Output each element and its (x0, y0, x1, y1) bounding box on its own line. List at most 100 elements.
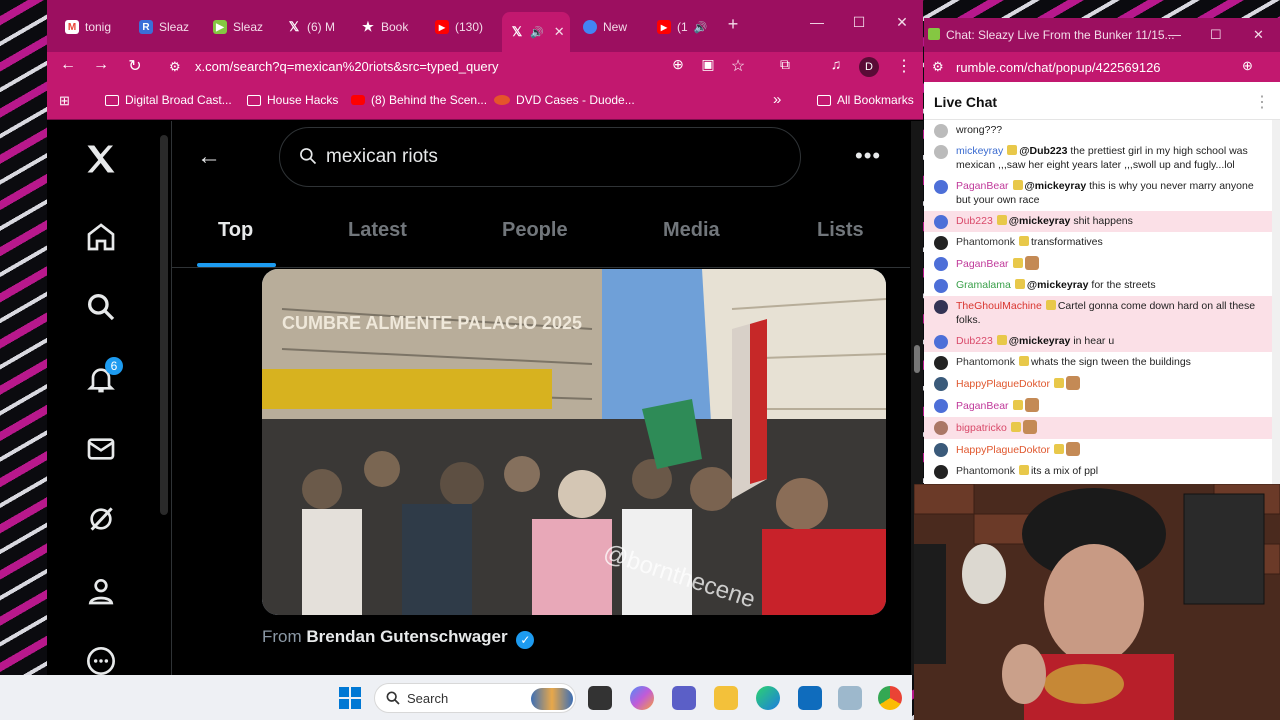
chat-username[interactable]: HappyPlagueDoktor (956, 378, 1050, 390)
profile-avatar[interactable]: D (859, 57, 879, 77)
user-avatar[interactable] (934, 180, 948, 194)
chat-menu-icon[interactable]: ⋮ (1254, 92, 1270, 112)
chat-address-bar[interactable]: ⚙ rumble.com/chat/popup/422569126 ⊕ (924, 52, 1280, 82)
scroll-thumb[interactable] (914, 345, 920, 373)
minimize-icon[interactable]: — (1168, 27, 1181, 42)
file-explorer-icon[interactable] (714, 686, 738, 710)
chat-mention[interactable]: @mickeyray (1009, 335, 1071, 347)
chat-username[interactable]: Phantomonk (956, 356, 1015, 368)
browser-tab-x-active[interactable]: 𝕏 🔊 ✕ (502, 12, 570, 52)
browser-tab-bookmarks[interactable]: ★ Book (353, 14, 423, 40)
user-avatar[interactable] (934, 145, 948, 159)
browser-tab-gmail[interactable]: M tonig (57, 14, 127, 40)
user-avatar[interactable] (934, 377, 948, 391)
all-bookmarks[interactable]: All Bookmarks (817, 93, 914, 107)
sidebar-scrollbar[interactable] (160, 135, 168, 515)
maximize-icon[interactable]: ☐ (849, 14, 869, 31)
reload-icon[interactable]: ↻ (124, 56, 146, 76)
user-avatar[interactable] (934, 300, 948, 314)
close-tab-icon[interactable]: ✕ (554, 24, 565, 40)
profile-person-icon[interactable] (83, 573, 119, 609)
media-controls-icon[interactable]: ♫ (825, 56, 847, 72)
teams-icon[interactable] (672, 686, 696, 710)
apps-grid-icon[interactable]: ⊞ (59, 93, 70, 109)
tab-lists[interactable]: Lists (817, 219, 864, 242)
user-avatar[interactable] (934, 279, 948, 293)
edge-icon[interactable] (756, 686, 780, 710)
tab-people[interactable]: People (502, 219, 568, 242)
user-avatar[interactable] (934, 399, 948, 413)
chat-username[interactable]: Dub223 (956, 215, 993, 227)
chrome-icon[interactable] (878, 686, 902, 710)
user-avatar[interactable] (934, 465, 948, 479)
search-icon[interactable] (83, 289, 119, 325)
maximize-icon[interactable]: ☐ (1210, 27, 1222, 43)
user-avatar[interactable] (934, 421, 948, 435)
new-tab-button[interactable]: + (723, 14, 743, 35)
copilot-icon[interactable] (630, 686, 654, 710)
chat-username[interactable]: TheGhoulMachine (956, 300, 1042, 312)
chat-mention[interactable]: @mickeyray (1027, 279, 1089, 291)
back-arrow-icon[interactable]: ← (57, 56, 79, 74)
chat-mention[interactable]: @Dub223 (1019, 145, 1067, 157)
browser-tab-reddit[interactable]: R Sleaz (131, 14, 201, 40)
x-logo-icon[interactable] (83, 141, 119, 177)
zoom-icon[interactable]: ⊕ (1242, 58, 1253, 74)
chat-mention[interactable]: @mickeyray (1025, 180, 1087, 192)
user-avatar[interactable] (934, 124, 948, 138)
bookmark-star-icon[interactable]: ☆ (727, 56, 749, 76)
install-app-icon[interactable]: ▣ (697, 56, 719, 73)
zoom-icon[interactable]: ⊕ (667, 56, 689, 73)
chat-username[interactable]: HappyPlagueDoktor (956, 444, 1050, 456)
chat-username[interactable]: PaganBear (956, 258, 1009, 270)
lens-icon[interactable]: ⧉ (774, 56, 796, 73)
site-settings-icon[interactable]: ⚙ (169, 54, 181, 80)
chat-username[interactable]: Gramalama (956, 279, 1011, 291)
chat-mention[interactable]: @mickeyray (1009, 215, 1071, 227)
user-avatar[interactable] (934, 356, 948, 370)
browser-tab-rumble[interactable]: ▶ Sleaz (205, 14, 275, 40)
grok-icon[interactable] (83, 501, 119, 537)
windows-start-icon[interactable] (338, 686, 362, 710)
chat-scrollbar[interactable] (1272, 120, 1280, 484)
task-view-icon[interactable] (588, 686, 612, 710)
bookmark-item[interactable]: DVD Cases - Duode... (494, 93, 635, 107)
user-avatar[interactable] (934, 443, 948, 457)
post-video-media[interactable]: CUMBRE ALMENTE PALACIO 2025 @bornthecene (262, 269, 886, 615)
chat-username[interactable]: PaganBear (956, 180, 1009, 192)
browser-tab-x[interactable]: 𝕏 (6) M (279, 14, 349, 40)
site-settings-icon[interactable]: ⚙ (932, 59, 944, 75)
chat-username[interactable]: PaganBear (956, 400, 1009, 412)
kebab-menu-icon[interactable]: ⋮ (893, 56, 915, 76)
browser-tab-youtube-2[interactable]: ▶ (1 🔊 (649, 14, 719, 40)
post-source-line[interactable]: From Brendan Gutenschwager ✓ (262, 627, 535, 649)
more-bookmarks-chevron-icon[interactable]: » (773, 91, 781, 108)
more-options-icon[interactable]: ••• (855, 143, 881, 169)
close-window-icon[interactable]: ✕ (1253, 27, 1264, 43)
bookmark-item[interactable]: Digital Broad Cast... (105, 93, 232, 107)
chat-username[interactable]: Dub223 (956, 335, 993, 347)
chat-username[interactable]: mickeyray (956, 145, 1003, 157)
home-icon[interactable] (83, 219, 119, 255)
browser-tab-new[interactable]: New (575, 14, 645, 40)
user-avatar[interactable] (934, 215, 948, 229)
taskbar-search-box[interactable]: Search (374, 683, 576, 713)
app-icon[interactable] (838, 686, 862, 710)
user-avatar[interactable] (934, 257, 948, 271)
bookmark-item[interactable]: (8) Behind the Scen... (351, 93, 487, 107)
close-window-icon[interactable]: ✕ (892, 14, 912, 31)
forward-arrow-icon[interactable]: → (90, 56, 112, 74)
microsoft-store-icon[interactable] (798, 686, 822, 710)
minimize-icon[interactable]: — (807, 14, 827, 30)
tab-media[interactable]: Media (663, 219, 720, 242)
tab-latest[interactable]: Latest (348, 219, 407, 242)
user-avatar[interactable] (934, 236, 948, 250)
chat-username[interactable]: bigpatricko (956, 422, 1007, 434)
back-arrow-icon[interactable]: ← (197, 145, 221, 169)
bookmark-item[interactable]: House Hacks (247, 93, 338, 107)
user-avatar[interactable] (934, 335, 948, 349)
tab-top[interactable]: Top (218, 219, 253, 242)
chat-username[interactable]: Phantomonk (956, 465, 1015, 477)
chat-username[interactable]: Phantomonk (956, 236, 1015, 248)
x-search-input[interactable]: mexican riots (279, 127, 801, 187)
